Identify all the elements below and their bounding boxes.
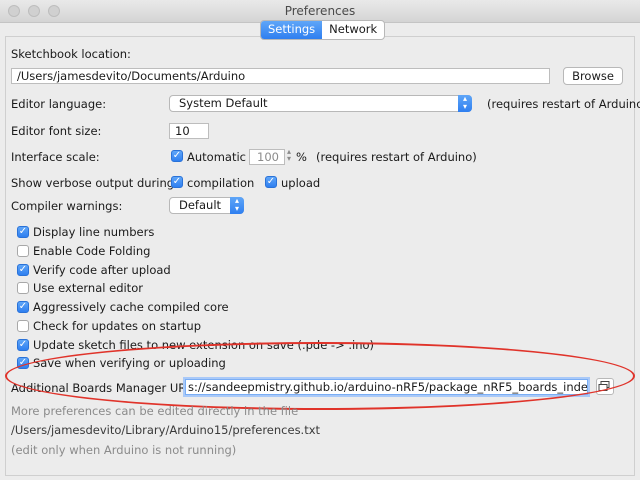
window-stack-icon bbox=[598, 381, 610, 391]
save-on-verify-label: Save when verifying or uploading bbox=[33, 356, 226, 370]
sketchbook-path-field[interactable]: /Users/jamesdevito/Documents/Arduino bbox=[11, 68, 550, 84]
cache-core-checkbox[interactable]: ✓ bbox=[17, 301, 29, 313]
editor-language-note: (requires restart of Arduino) bbox=[487, 97, 640, 111]
window-title: Preferences bbox=[284, 4, 356, 18]
editor-language-select[interactable]: System Default ▴ ▾ bbox=[169, 95, 472, 112]
enable-code-folding-checkbox[interactable] bbox=[17, 245, 29, 257]
check-updates-label: Check for updates on startup bbox=[33, 319, 202, 333]
font-size-field[interactable]: 10 bbox=[169, 123, 209, 139]
editor-language-label: Editor language: bbox=[11, 97, 107, 111]
display-line-numbers-label: Display line numbers bbox=[33, 225, 155, 239]
tab-settings[interactable]: Settings bbox=[261, 21, 323, 39]
verify-after-upload-label: Verify code after upload bbox=[33, 263, 171, 277]
interface-scale-note: (requires restart of Arduino) bbox=[316, 150, 477, 164]
boards-manager-url-field[interactable]: s://sandeepmistry.github.io/arduino-nRF5… bbox=[185, 379, 588, 395]
compiler-warnings-label: Compiler warnings: bbox=[11, 199, 123, 213]
enable-code-folding-label: Enable Code Folding bbox=[33, 244, 151, 258]
tab-bar: Settings Network bbox=[260, 20, 386, 40]
scale-value-field[interactable]: 100 bbox=[249, 149, 285, 165]
font-size-label: Editor font size: bbox=[11, 124, 102, 138]
external-editor-checkbox[interactable] bbox=[17, 282, 29, 294]
display-line-numbers-checkbox[interactable]: ✓ bbox=[17, 226, 29, 238]
preferences-path-text: /Users/jamesdevito/Library/Arduino15/pre… bbox=[11, 423, 321, 437]
update-extension-checkbox[interactable]: ✓ bbox=[17, 339, 29, 351]
editor-language-value: System Default bbox=[179, 96, 268, 110]
sketchbook-label: Sketchbook location: bbox=[11, 47, 131, 61]
upload-checkbox[interactable]: ✓ bbox=[265, 176, 277, 188]
scale-stepper-icon[interactable]: ▴ ▾ bbox=[287, 148, 291, 163]
boards-manager-label: Additional Boards Manager URLs: bbox=[11, 381, 203, 395]
verbose-label: Show verbose output during: bbox=[11, 176, 178, 190]
edit-note-text: (edit only when Arduino is not running) bbox=[11, 443, 237, 457]
scale-unit: % bbox=[296, 150, 307, 164]
update-extension-label: Update sketch files to new extension on … bbox=[33, 338, 375, 352]
chevron-updown-icon: ▴ ▾ bbox=[458, 95, 472, 112]
chevron-updown-icon: ▴ ▾ bbox=[230, 197, 244, 214]
compiler-warnings-value: Default bbox=[179, 198, 222, 212]
interface-scale-label: Interface scale: bbox=[11, 150, 100, 164]
more-preferences-text: More preferences can be edited directly … bbox=[11, 404, 299, 418]
verify-after-upload-checkbox[interactable]: ✓ bbox=[17, 264, 29, 276]
automatic-checkbox[interactable]: ✓ bbox=[171, 150, 183, 162]
upload-label: upload bbox=[281, 176, 321, 190]
browse-button[interactable]: Browse bbox=[563, 67, 623, 85]
check-updates-checkbox[interactable] bbox=[17, 320, 29, 332]
external-editor-label: Use external editor bbox=[33, 281, 143, 295]
compilation-checkbox[interactable]: ✓ bbox=[171, 176, 183, 188]
cache-core-label: Aggressively cache compiled core bbox=[33, 300, 229, 314]
url-list-editor-button[interactable] bbox=[596, 378, 614, 395]
tab-network[interactable]: Network bbox=[322, 21, 384, 39]
automatic-label: Automatic bbox=[187, 150, 246, 164]
save-on-verify-checkbox[interactable]: ✓ bbox=[17, 357, 29, 369]
compiler-warnings-select[interactable]: Default ▴ ▾ bbox=[169, 197, 244, 214]
compilation-label: compilation bbox=[187, 176, 255, 190]
